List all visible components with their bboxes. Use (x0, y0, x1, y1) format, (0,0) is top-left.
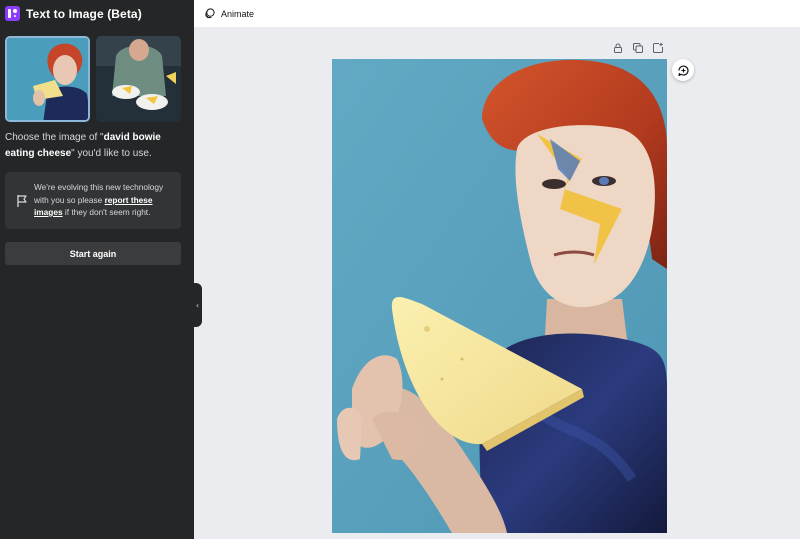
panel-header: Text to Image (Beta) (0, 0, 194, 27)
lock-icon[interactable] (612, 42, 624, 54)
text-to-image-panel: Text to Image (Beta) Choose the image of… (0, 0, 194, 539)
editor-toolbar: Animate (194, 0, 800, 27)
thumbnail-1-image (7, 38, 88, 120)
panel-title: Text to Image (Beta) (26, 6, 142, 21)
result-thumbnail-1[interactable] (5, 36, 90, 122)
start-again-button[interactable]: Start again (5, 242, 181, 265)
duplicate-icon[interactable] (632, 42, 644, 54)
animate-button[interactable]: Animate (204, 8, 254, 19)
result-thumbnail-2[interactable] (96, 36, 181, 122)
chevron-left-icon: ‹ (195, 300, 200, 310)
thumbnail-2-image (96, 36, 181, 122)
generated-image-artwork (332, 59, 667, 533)
collapse-panel-handle[interactable]: ‹ (193, 283, 202, 327)
animate-label: Animate (221, 8, 255, 19)
notice-suffix: if they don't seem right. (62, 207, 151, 217)
add-page-icon[interactable] (652, 42, 664, 54)
page-tools (612, 42, 664, 54)
generated-design-image[interactable] (332, 59, 667, 533)
refresh-comment-icon (677, 64, 689, 76)
choose-prefix: Choose the image of " (5, 132, 104, 143)
comment-button[interactable] (672, 59, 694, 81)
beta-notice: We're evolving this new technology with … (5, 172, 181, 229)
notice-text: We're evolving this new technology with … (34, 181, 176, 219)
choose-image-instructions: Choose the image of "david bowie eating … (5, 130, 187, 162)
choose-suffix: " you'd like to use. (71, 148, 152, 159)
animate-icon (205, 8, 215, 19)
flag-icon (17, 195, 27, 207)
text-to-image-app-icon (5, 6, 20, 21)
